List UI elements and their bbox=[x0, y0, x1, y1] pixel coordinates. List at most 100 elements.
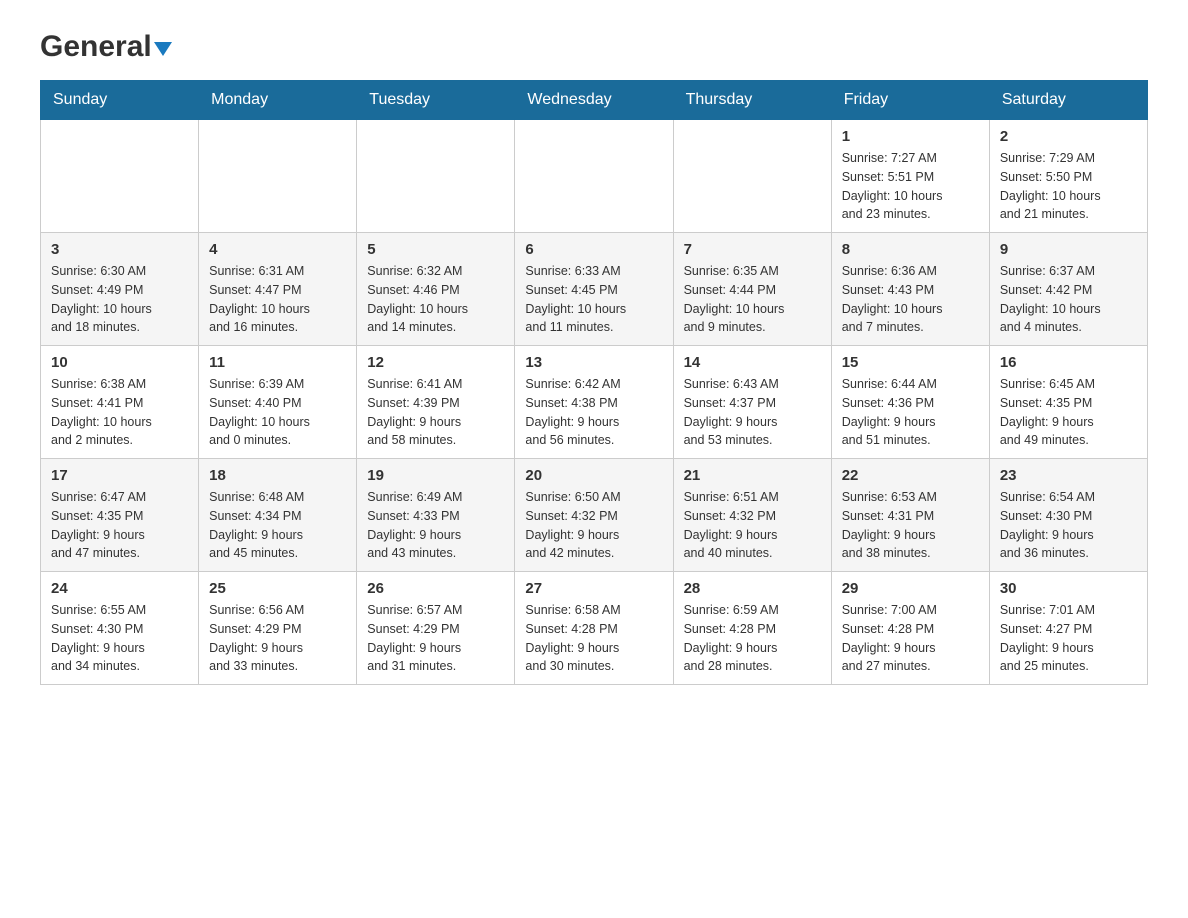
day-info-text: Sunrise: 7:01 AM Sunset: 4:27 PM Dayligh… bbox=[1000, 601, 1137, 676]
day-info-text: Sunrise: 6:35 AM Sunset: 4:44 PM Dayligh… bbox=[684, 262, 821, 337]
logo: General bbox=[40, 30, 172, 60]
day-number: 13 bbox=[525, 354, 662, 371]
day-info-text: Sunrise: 6:43 AM Sunset: 4:37 PM Dayligh… bbox=[684, 375, 821, 450]
day-of-week-header: Thursday bbox=[673, 81, 831, 120]
day-of-week-header: Tuesday bbox=[357, 81, 515, 120]
calendar-cell: 21 Sunrise: 6:51 AM Sunset: 4:32 PM Dayli… bbox=[673, 459, 831, 572]
day-number: 3 bbox=[51, 241, 188, 258]
day-info-text: Sunrise: 6:58 AM Sunset: 4:28 PM Dayligh… bbox=[525, 601, 662, 676]
day-info-text: Sunrise: 6:45 AM Sunset: 4:35 PM Dayligh… bbox=[1000, 375, 1137, 450]
day-of-week-header: Sunday bbox=[41, 81, 199, 120]
day-number: 29 bbox=[842, 580, 979, 597]
calendar-cell: 13 Sunrise: 6:42 AM Sunset: 4:38 PM Dayli… bbox=[515, 346, 673, 459]
day-number: 5 bbox=[367, 241, 504, 258]
day-info-text: Sunrise: 6:51 AM Sunset: 4:32 PM Dayligh… bbox=[684, 488, 821, 563]
day-info-text: Sunrise: 6:56 AM Sunset: 4:29 PM Dayligh… bbox=[209, 601, 346, 676]
calendar-cell: 22Sunrise: 6:53 AM Sunset: 4:31 PM Dayli… bbox=[831, 459, 989, 572]
day-of-week-header: Friday bbox=[831, 81, 989, 120]
day-number: 24 bbox=[51, 580, 188, 597]
calendar-cell: 17 Sunrise: 6:47 AM Sunset: 4:35 PM Dayli… bbox=[41, 459, 199, 572]
day-info-text: Sunrise: 7:29 AM Sunset: 5:50 PM Dayligh… bbox=[1000, 149, 1137, 224]
day-info-text: Sunrise: 6:59 AM Sunset: 4:28 PM Dayligh… bbox=[684, 601, 821, 676]
day-info-text: Sunrise: 6:37 AM Sunset: 4:42 PM Dayligh… bbox=[1000, 262, 1137, 337]
calendar-cell: 28 Sunrise: 6:59 AM Sunset: 4:28 PM Dayli… bbox=[673, 572, 831, 685]
day-number: 18 bbox=[209, 467, 346, 484]
calendar-cell: 30 Sunrise: 7:01 AM Sunset: 4:27 PM Dayli… bbox=[989, 572, 1147, 685]
day-info-text: Sunrise: 6:44 AM Sunset: 4:36 PM Dayligh… bbox=[842, 375, 979, 450]
calendar-cell: 16 Sunrise: 6:45 AM Sunset: 4:35 PM Dayli… bbox=[989, 346, 1147, 459]
day-number: 11 bbox=[209, 354, 346, 371]
day-number: 26 bbox=[367, 580, 504, 597]
day-number: 4 bbox=[209, 241, 346, 258]
day-info-text: Sunrise: 6:48 AM Sunset: 4:34 PM Dayligh… bbox=[209, 488, 346, 563]
day-number: 27 bbox=[525, 580, 662, 597]
day-info-text: Sunrise: 6:57 AM Sunset: 4:29 PM Dayligh… bbox=[367, 601, 504, 676]
calendar-week-row: 10Sunrise: 6:38 AM Sunset: 4:41 PM Dayli… bbox=[41, 346, 1148, 459]
calendar-header-row: SundayMondayTuesdayWednesdayThursdayFrid… bbox=[41, 81, 1148, 120]
day-number: 15 bbox=[842, 354, 979, 371]
calendar-cell: 14Sunrise: 6:43 AM Sunset: 4:37 PM Dayli… bbox=[673, 346, 831, 459]
calendar-cell bbox=[41, 120, 199, 233]
day-info-text: Sunrise: 6:30 AM Sunset: 4:49 PM Dayligh… bbox=[51, 262, 188, 337]
day-number: 6 bbox=[525, 241, 662, 258]
day-of-week-header: Saturday bbox=[989, 81, 1147, 120]
calendar-cell: 10Sunrise: 6:38 AM Sunset: 4:41 PM Dayli… bbox=[41, 346, 199, 459]
calendar-cell: 29 Sunrise: 7:00 AM Sunset: 4:28 PM Dayli… bbox=[831, 572, 989, 685]
calendar-cell: 6 Sunrise: 6:33 AM Sunset: 4:45 PM Daylig… bbox=[515, 233, 673, 346]
calendar-cell: 2 Sunrise: 7:29 AM Sunset: 5:50 PM Daylig… bbox=[989, 120, 1147, 233]
calendar-cell: 23Sunrise: 6:54 AM Sunset: 4:30 PM Dayli… bbox=[989, 459, 1147, 572]
day-info-text: Sunrise: 6:55 AM Sunset: 4:30 PM Dayligh… bbox=[51, 601, 188, 676]
day-number: 9 bbox=[1000, 241, 1137, 258]
logo-triangle-icon bbox=[154, 42, 172, 56]
day-of-week-header: Wednesday bbox=[515, 81, 673, 120]
calendar-week-row: 1Sunrise: 7:27 AM Sunset: 5:51 PM Daylig… bbox=[41, 120, 1148, 233]
calendar-cell: 20 Sunrise: 6:50 AM Sunset: 4:32 PM Dayli… bbox=[515, 459, 673, 572]
day-number: 16 bbox=[1000, 354, 1137, 371]
calendar-cell: 8 Sunrise: 6:36 AM Sunset: 4:43 PM Daylig… bbox=[831, 233, 989, 346]
day-number: 28 bbox=[684, 580, 821, 597]
calendar-cell: 1Sunrise: 7:27 AM Sunset: 5:51 PM Daylig… bbox=[831, 120, 989, 233]
page-header: General bbox=[40, 30, 1148, 60]
day-info-text: Sunrise: 6:41 AM Sunset: 4:39 PM Dayligh… bbox=[367, 375, 504, 450]
calendar-cell: 3 Sunrise: 6:30 AM Sunset: 4:49 PM Daylig… bbox=[41, 233, 199, 346]
day-info-text: Sunrise: 6:47 AM Sunset: 4:35 PM Dayligh… bbox=[51, 488, 188, 563]
day-number: 19 bbox=[367, 467, 504, 484]
logo-general-text: General bbox=[40, 30, 152, 64]
day-number: 12 bbox=[367, 354, 504, 371]
day-number: 25 bbox=[209, 580, 346, 597]
day-info-text: Sunrise: 6:42 AM Sunset: 4:38 PM Dayligh… bbox=[525, 375, 662, 450]
day-number: 21 bbox=[684, 467, 821, 484]
calendar-week-row: 24 Sunrise: 6:55 AM Sunset: 4:30 PM Dayli… bbox=[41, 572, 1148, 685]
calendar-cell: 12 Sunrise: 6:41 AM Sunset: 4:39 PM Dayli… bbox=[357, 346, 515, 459]
day-info-text: Sunrise: 6:39 AM Sunset: 4:40 PM Dayligh… bbox=[209, 375, 346, 450]
day-number: 17 bbox=[51, 467, 188, 484]
calendar-cell bbox=[515, 120, 673, 233]
day-number: 23 bbox=[1000, 467, 1137, 484]
day-info-text: Sunrise: 6:49 AM Sunset: 4:33 PM Dayligh… bbox=[367, 488, 504, 563]
day-number: 1 bbox=[842, 128, 979, 145]
calendar-cell: 11 Sunrise: 6:39 AM Sunset: 4:40 PM Dayli… bbox=[199, 346, 357, 459]
calendar-cell: 27 Sunrise: 6:58 AM Sunset: 4:28 PM Dayli… bbox=[515, 572, 673, 685]
calendar-cell: 15 Sunrise: 6:44 AM Sunset: 4:36 PM Dayli… bbox=[831, 346, 989, 459]
day-number: 7 bbox=[684, 241, 821, 258]
day-info-text: Sunrise: 6:36 AM Sunset: 4:43 PM Dayligh… bbox=[842, 262, 979, 337]
calendar-cell: 4 Sunrise: 6:31 AM Sunset: 4:47 PM Daylig… bbox=[199, 233, 357, 346]
day-number: 8 bbox=[842, 241, 979, 258]
day-info-text: Sunrise: 6:31 AM Sunset: 4:47 PM Dayligh… bbox=[209, 262, 346, 337]
day-number: 2 bbox=[1000, 128, 1137, 145]
day-of-week-header: Monday bbox=[199, 81, 357, 120]
calendar-cell: 19 Sunrise: 6:49 AM Sunset: 4:33 PM Dayli… bbox=[357, 459, 515, 572]
day-info-text: Sunrise: 6:32 AM Sunset: 4:46 PM Dayligh… bbox=[367, 262, 504, 337]
day-number: 20 bbox=[525, 467, 662, 484]
calendar-week-row: 3 Sunrise: 6:30 AM Sunset: 4:49 PM Daylig… bbox=[41, 233, 1148, 346]
calendar-cell: 26 Sunrise: 6:57 AM Sunset: 4:29 PM Dayli… bbox=[357, 572, 515, 685]
day-info-text: Sunrise: 6:53 AM Sunset: 4:31 PM Dayligh… bbox=[842, 488, 979, 563]
calendar-cell: 24 Sunrise: 6:55 AM Sunset: 4:30 PM Dayli… bbox=[41, 572, 199, 685]
calendar-cell bbox=[199, 120, 357, 233]
day-number: 30 bbox=[1000, 580, 1137, 597]
calendar-cell: 9 Sunrise: 6:37 AM Sunset: 4:42 PM Daylig… bbox=[989, 233, 1147, 346]
day-info-text: Sunrise: 6:50 AM Sunset: 4:32 PM Dayligh… bbox=[525, 488, 662, 563]
day-info-text: Sunrise: 7:00 AM Sunset: 4:28 PM Dayligh… bbox=[842, 601, 979, 676]
day-info-text: Sunrise: 6:33 AM Sunset: 4:45 PM Dayligh… bbox=[525, 262, 662, 337]
calendar-cell bbox=[357, 120, 515, 233]
